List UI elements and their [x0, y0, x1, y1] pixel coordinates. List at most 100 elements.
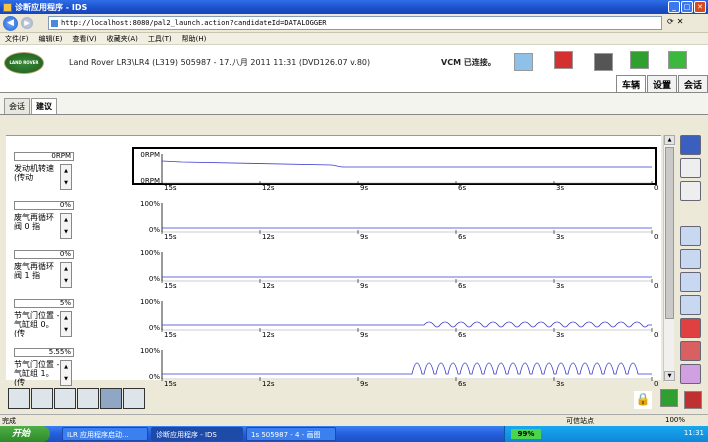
signal-spinner[interactable]: ▲ ▼ — [60, 164, 72, 190]
spinner-up-arrow[interactable]: ▲ — [61, 361, 71, 373]
subtab-session[interactable]: 会话 — [4, 98, 30, 114]
url-input[interactable]: http://localhost:8080/pal2_launch.action… — [48, 16, 662, 30]
signal-plot[interactable]: 15s 12s 9s 6s 3s 0s 100% 0% — [132, 244, 659, 293]
signal-row: 5.55% 节气门位置 - 气缸组 1。 (传▲▼ 15s 12s 9s 6s 3s 0s 10… — [6, 342, 661, 391]
signal-spinner[interactable]: ▲ ▼ — [60, 262, 72, 288]
menu-view[interactable]: 查看(V) — [67, 34, 101, 44]
y-min-label: 0% — [149, 373, 160, 381]
scroll-up-arrow[interactable]: ▲ — [664, 135, 675, 145]
menu-edit[interactable]: 编辑(E) — [34, 34, 68, 44]
signal-value: 0% — [14, 250, 74, 259]
toolbar-tree-icon[interactable] — [31, 388, 53, 409]
spinner-up-arrow[interactable]: ▲ — [61, 214, 71, 226]
signal-value: 5.55% — [14, 348, 74, 357]
toolbar-tools-icon[interactable] — [54, 388, 76, 409]
signal-plot[interactable]: 15s 12s 9s 6s 3s 0s 100% 0% — [132, 195, 659, 244]
task-paint[interactable]: 1s 505987 - 4 - 画图 — [246, 427, 336, 441]
toolbar-datalogger-icon[interactable] — [100, 388, 122, 409]
plot-canvas: 15s 12s 9s 6s 3s 0s 100% 0% — [140, 347, 659, 388]
time-tick-label: 9s — [360, 184, 368, 192]
time-tick-label: 0s — [654, 184, 659, 192]
battery-indicator: 99% — [511, 429, 541, 439]
time-tick-label: 0s — [654, 282, 659, 290]
lock-icon[interactable]: 🔒 — [634, 391, 652, 409]
y-max-label: 100% — [140, 347, 160, 355]
signal-label: 废气再循环阀 1 指 — [14, 262, 54, 280]
zoom-in-icon[interactable] — [680, 272, 701, 292]
close-button[interactable]: ✕ — [694, 1, 706, 13]
toolbar-network-icon[interactable] — [123, 388, 145, 409]
green-tool-icon[interactable] — [630, 51, 649, 69]
menu-help[interactable]: 帮助(H) — [177, 34, 212, 44]
confirm-check-icon[interactable] — [660, 389, 678, 407]
time-tick-label: 6s — [458, 282, 466, 290]
plot-canvas: 15s 12s 9s 6s 3s 0s 100% 0% — [140, 298, 659, 339]
toolbar-flag-icon[interactable] — [77, 388, 99, 409]
stop-icon[interactable]: ✕ — [677, 17, 684, 26]
y-max-label: 100% — [140, 200, 160, 208]
minimize-button[interactable]: _ — [668, 1, 680, 13]
spinner-down-arrow[interactable]: ▼ — [61, 275, 71, 287]
multi-graph-icon[interactable] — [680, 249, 701, 269]
spinner-down-arrow[interactable]: ▼ — [61, 226, 71, 238]
spinner-down-arrow[interactable]: ▼ — [61, 373, 71, 385]
menu-favorites[interactable]: 收藏夹(A) — [102, 34, 143, 44]
signal-plot[interactable]: 15s 12s 9s 6s 3s 0s 100% 0% — [132, 342, 659, 391]
taskbar: 开始 ILR 应用程序启动... 诊断应用程序 - IDS 1s 505987 … — [0, 426, 708, 442]
spinner-up-arrow[interactable]: ▲ — [61, 263, 71, 275]
list-view-icon[interactable] — [680, 135, 701, 155]
menu-file[interactable]: 文件(F) — [0, 34, 34, 44]
spinner-down-arrow[interactable]: ▼ — [61, 324, 71, 336]
time-tick-label: 12s — [262, 184, 275, 192]
subtab-suggestion[interactable]: 建议 — [31, 98, 57, 114]
signal-spinner[interactable]: ▲ ▼ — [60, 360, 72, 386]
battery-alert-icon[interactable] — [684, 391, 702, 409]
sub-tab-bar: 会话 建议 — [0, 92, 708, 115]
refresh-icon[interactable]: ⟳ — [667, 17, 674, 26]
zoom-out-icon[interactable] — [680, 295, 701, 315]
graph-scrollbar[interactable]: ▲ ▼ — [663, 135, 675, 382]
spinner-up-arrow[interactable]: ▲ — [61, 312, 71, 324]
signal-plot[interactable]: 15s 12s 9s 6s 3s 0s 0RPM 0RPM — [132, 146, 659, 195]
forward-button[interactable]: ▶ — [21, 17, 33, 29]
checklist-icon[interactable] — [668, 51, 687, 69]
add-signal-icon[interactable] — [680, 318, 701, 338]
graph-tool-icon[interactable] — [680, 226, 701, 246]
y-min-label: 0% — [149, 324, 160, 332]
record-camera-icon[interactable] — [680, 158, 701, 178]
signal-value: 5% — [14, 299, 74, 308]
network-icon[interactable] — [514, 53, 533, 71]
y-max-label: 0RPM — [140, 151, 160, 159]
time-tick-label: 3s — [556, 233, 564, 241]
zone-status: 可信站点 — [566, 417, 594, 425]
y-min-label: 0% — [149, 275, 160, 283]
scroll-down-arrow[interactable]: ▼ — [664, 371, 675, 381]
bottom-right-tools: 🔒 — [600, 389, 708, 411]
signal-plot[interactable]: 15s 12s 9s 6s 3s 0s 100% 0% — [132, 293, 659, 342]
stop-icon[interactable] — [680, 181, 701, 201]
tab-vehicle[interactable]: 车辆 — [615, 75, 646, 93]
spinner-down-arrow[interactable]: ▼ — [61, 177, 71, 189]
time-tick-label: 0s — [654, 331, 659, 339]
tab-settings[interactable]: 设置 — [646, 75, 677, 93]
edit-icon[interactable] — [680, 364, 701, 384]
signal-spinner[interactable]: ▲ ▼ — [60, 311, 72, 337]
scroll-thumb[interactable] — [665, 147, 674, 319]
vcm-status: VCM 已连接。 — [441, 58, 496, 67]
maximize-button[interactable]: □ — [681, 1, 693, 13]
menu-tools[interactable]: 工具(T) — [143, 34, 177, 44]
remove-signal-icon[interactable] — [680, 341, 701, 361]
back-button[interactable]: ◀ — [3, 15, 18, 31]
task-ids[interactable]: 诊断应用程序 - IDS — [151, 427, 243, 441]
time-tick-label: 0s — [654, 233, 659, 241]
vcm-device-icon[interactable] — [554, 51, 573, 69]
signal-spinner[interactable]: ▲ ▼ — [60, 213, 72, 239]
zoom-level[interactable]: 100% — [665, 416, 685, 424]
start-button[interactable]: 开始 — [0, 426, 50, 442]
time-tick-label: 15s — [164, 380, 177, 388]
spinner-up-arrow[interactable]: ▲ — [61, 165, 71, 177]
toolbar-home-icon[interactable] — [8, 388, 30, 409]
battery-icon[interactable] — [594, 53, 613, 71]
task-ilr[interactable]: ILR 应用程序启动... — [62, 427, 148, 441]
tab-session[interactable]: 会话 — [677, 75, 708, 93]
